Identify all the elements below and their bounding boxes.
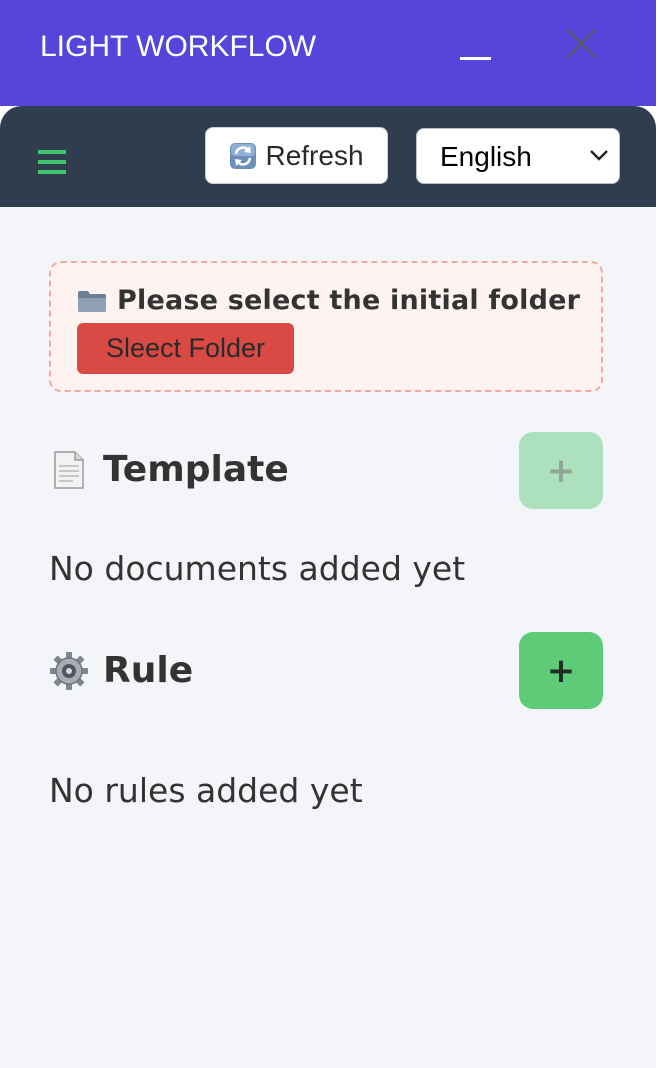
plus-icon: + xyxy=(546,650,576,691)
refresh-button[interactable]: Refresh xyxy=(205,127,388,184)
language-selected-value: English xyxy=(440,141,532,172)
folder-notice: Please select the initial folder Sleect … xyxy=(49,261,603,392)
template-empty-message: No documents added yet xyxy=(49,549,466,588)
language-select[interactable]: English xyxy=(416,128,620,184)
notice-text: Please select the initial folder xyxy=(117,285,581,316)
rule-section-header: Rule xyxy=(49,650,193,691)
gear-icon xyxy=(50,651,88,690)
add-rule-button[interactable]: + xyxy=(519,632,603,709)
app-title: LIGHT WORKFLOW xyxy=(40,30,317,63)
title-bar: LIGHT WORKFLOW xyxy=(0,0,656,106)
toolbar: Refresh English xyxy=(0,106,656,207)
hamburger-menu-icon[interactable] xyxy=(36,148,68,176)
chevron-down-icon xyxy=(590,150,608,161)
select-folder-button[interactable]: Sleect Folder xyxy=(77,323,294,374)
template-section-header: Template xyxy=(49,449,289,490)
main-panel: Please select the initial folder Sleect … xyxy=(0,207,656,1068)
document-icon xyxy=(54,450,84,489)
select-folder-label: Sleect Folder xyxy=(105,333,266,363)
refresh-icon xyxy=(230,142,257,169)
minimize-button[interactable] xyxy=(448,30,502,70)
template-title: Template xyxy=(103,449,289,490)
rule-title: Rule xyxy=(103,650,194,691)
notice-message: Please select the initial folder xyxy=(77,285,580,316)
minimize-icon xyxy=(460,57,491,60)
rule-empty-message: No rules added yet xyxy=(49,771,363,810)
folder-icon xyxy=(78,290,106,312)
window-edge xyxy=(656,0,660,1068)
refresh-label: Refresh xyxy=(265,139,364,171)
add-template-button[interactable]: + xyxy=(519,432,603,509)
plus-icon: + xyxy=(546,450,576,491)
close-icon xyxy=(566,28,597,59)
close-button[interactable] xyxy=(558,24,606,64)
